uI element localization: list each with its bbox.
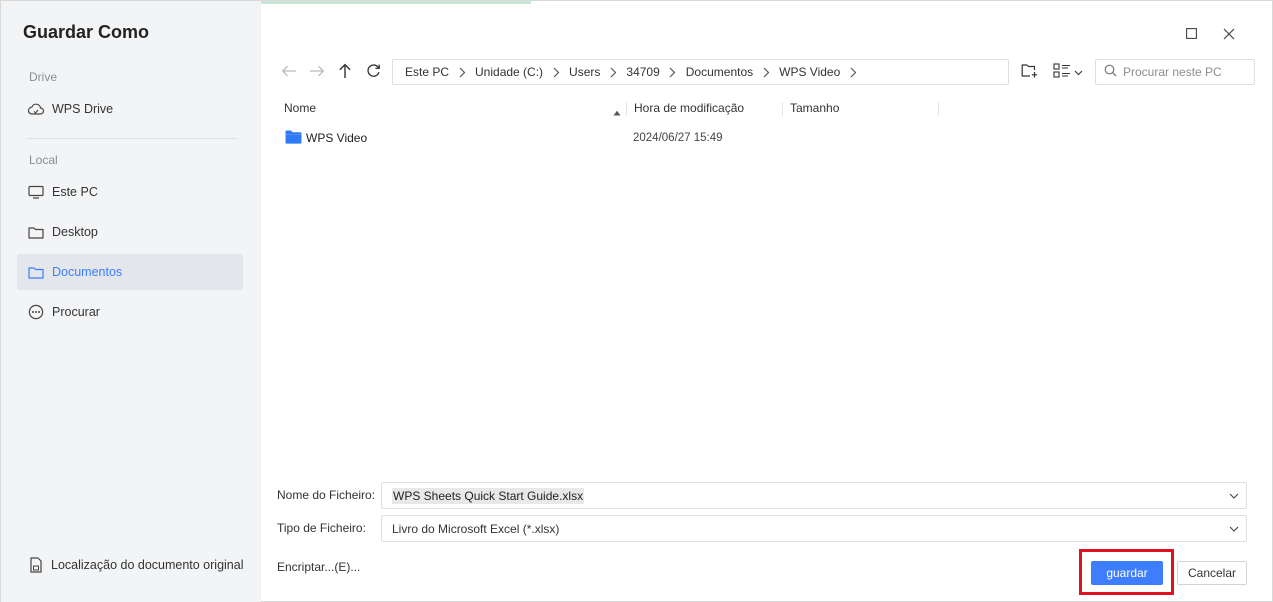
sidebar-item-documentos[interactable]: Documentos	[17, 254, 243, 290]
chevron-down-icon[interactable]	[1228, 490, 1240, 502]
sidebar: Guardar Como Drive WPS Drive Local Este …	[1, 1, 261, 602]
breadcrumb-documentos[interactable]: Documentos	[686, 65, 753, 79]
list-view-icon	[1053, 63, 1071, 81]
sidebar-item-label: Este PC	[52, 185, 98, 199]
chevron-right-icon	[666, 65, 680, 79]
sidebar-item-label: Localização do documento original	[51, 558, 244, 572]
chevron-right-icon	[846, 65, 860, 79]
view-mode-button[interactable]	[1051, 62, 1085, 82]
chevron-right-icon	[549, 65, 563, 79]
arrow-right-icon	[309, 65, 325, 80]
cloud-icon	[27, 100, 45, 118]
search-box[interactable]	[1095, 59, 1255, 85]
sidebar-item-procurar[interactable]: Procurar	[17, 294, 243, 330]
sort-ascending-icon	[613, 105, 621, 119]
sidebar-item-label: Procurar	[52, 305, 100, 319]
arrow-left-icon	[281, 65, 297, 80]
sidebar-item-label: WPS Drive	[52, 102, 114, 116]
arrow-up-icon	[338, 63, 352, 82]
folder-icon	[285, 130, 302, 147]
file-modified: 2024/06/27 15:49	[633, 132, 723, 144]
new-folder-button[interactable]	[1019, 62, 1039, 82]
filename-field[interactable]: WPS Sheets Quick Start Guide.xlsx	[381, 482, 1247, 509]
chevron-right-icon	[759, 65, 773, 79]
back-button[interactable]	[279, 62, 299, 82]
dialog-title: Guardar Como	[23, 22, 150, 42]
refresh-icon	[366, 63, 381, 81]
more-icon	[27, 303, 45, 321]
encrypt-link[interactable]: Encriptar...(E)...	[277, 560, 360, 574]
document-icon	[27, 556, 45, 574]
maximize-icon	[1185, 28, 1197, 42]
close-icon	[1223, 28, 1235, 43]
chevron-right-icon	[455, 65, 469, 79]
search-input[interactable]	[1123, 65, 1248, 79]
close-button[interactable]	[1220, 26, 1238, 44]
filename-value: WPS Sheets Quick Start Guide.xlsx	[392, 487, 585, 504]
sidebar-item-label: Documentos	[52, 265, 123, 279]
section-label-local: Local	[29, 153, 58, 167]
save-button[interactable]: guardar	[1091, 561, 1163, 585]
breadcrumb-users[interactable]: Users	[569, 65, 600, 79]
up-button[interactable]	[335, 62, 355, 82]
sidebar-item-desktop[interactable]: Desktop	[17, 214, 243, 250]
column-header-modified[interactable]: Hora de modificação	[634, 101, 744, 115]
column-divider	[938, 102, 939, 116]
sidebar-divider	[27, 138, 237, 139]
column-header-size[interactable]: Tamanho	[790, 101, 839, 115]
section-label-drive: Drive	[29, 70, 58, 84]
cancel-button[interactable]: Cancelar	[1177, 561, 1247, 585]
column-divider	[782, 102, 783, 116]
folder-icon	[27, 223, 45, 241]
forward-button[interactable]	[307, 62, 327, 82]
column-divider	[626, 102, 627, 116]
file-name: WPS Video	[306, 131, 368, 145]
breadcrumb-este-pc[interactable]: Este PC	[405, 65, 449, 79]
filetype-label: Tipo de Ficheiro:	[277, 521, 366, 535]
filetype-value: Livro do Microsoft Excel (*.xlsx)	[392, 521, 560, 536]
monitor-icon	[27, 183, 45, 201]
sidebar-item-este-pc[interactable]: Este PC	[17, 174, 243, 210]
maximize-button[interactable]	[1182, 26, 1200, 44]
chevron-down-icon[interactable]	[1228, 523, 1240, 535]
breadcrumb-unidade-c[interactable]: Unidade (C:)	[475, 65, 543, 79]
sidebar-item-label: Desktop	[52, 225, 98, 239]
folder-icon	[27, 263, 45, 281]
chevron-down-icon	[1074, 65, 1083, 79]
filetype-select[interactable]: Livro do Microsoft Excel (*.xlsx)	[381, 515, 1247, 542]
sidebar-item-wps-drive[interactable]: WPS Drive	[17, 91, 243, 127]
file-row[interactable]: WPS Video 2024/06/27 15:49	[277, 125, 1267, 151]
chevron-right-icon	[606, 65, 620, 79]
column-header-name[interactable]: Nome	[284, 101, 316, 115]
refresh-button[interactable]	[363, 62, 383, 82]
breadcrumb: Este PC Unidade (C:) Users 34709 Documen…	[392, 59, 1009, 85]
search-icon	[1104, 64, 1117, 80]
sidebar-item-original-location[interactable]: Localização do documento original	[27, 556, 244, 574]
filename-label: Nome do Ficheiro:	[277, 488, 376, 502]
new-folder-icon	[1021, 63, 1038, 81]
breadcrumb-34709[interactable]: 34709	[626, 65, 659, 79]
save-as-dialog: Guardar Como Drive WPS Drive Local Este …	[0, 0, 1273, 602]
breadcrumb-wps-video[interactable]: WPS Video	[779, 65, 840, 79]
